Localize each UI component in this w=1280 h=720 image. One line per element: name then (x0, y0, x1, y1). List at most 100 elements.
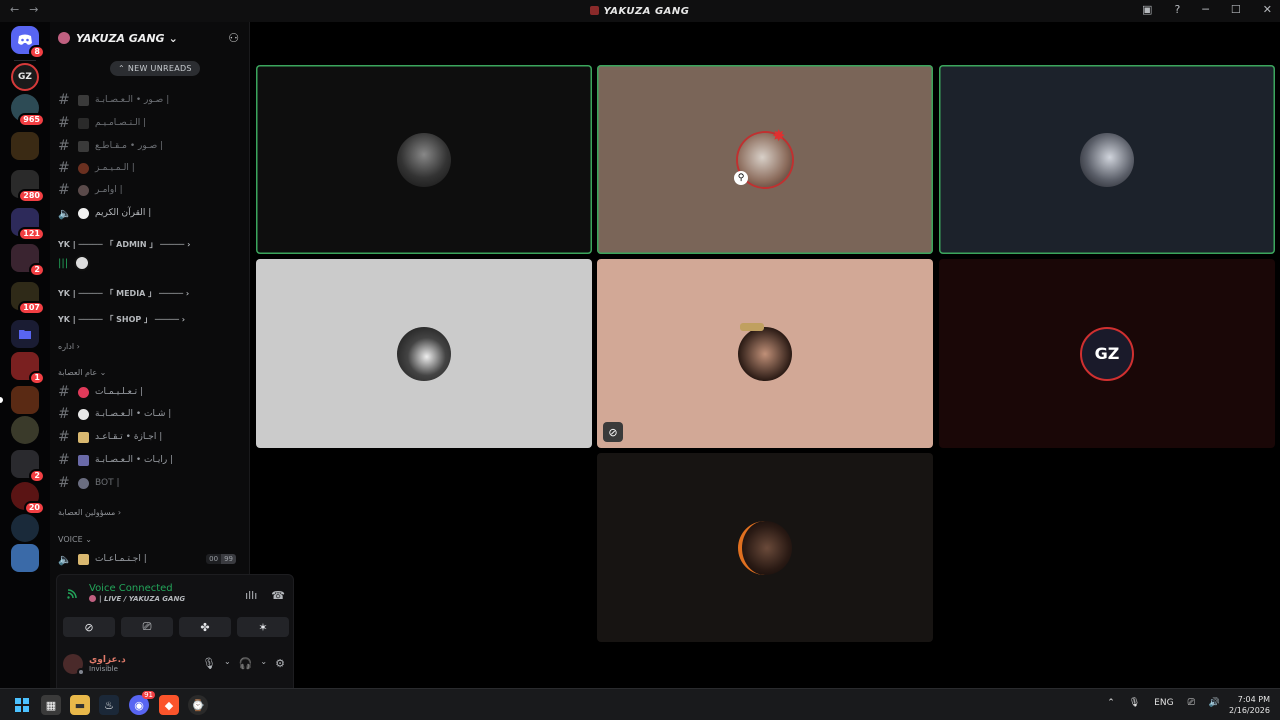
user-limit: 00 99 (206, 554, 236, 564)
server-icon-6[interactable]: 2 (11, 244, 45, 277)
volume-icon[interactable]: 🔊 (1209, 698, 1220, 708)
avatar[interactable] (63, 654, 85, 676)
network-icon[interactable]: ⎚ (1188, 698, 1195, 708)
call-tile-3[interactable] (939, 65, 1275, 254)
speaker-icon: 🔈 (58, 552, 72, 566)
channel-item[interactable]: # رايـات • الـعـصـابـة | (58, 451, 242, 469)
channel-item[interactable]: # تـعـلـيـمـات | (58, 383, 242, 401)
clock[interactable]: 7:04 PM 2/16/2026 (1229, 694, 1270, 716)
server-folder[interactable] (11, 320, 39, 348)
inbox-icon[interactable]: ▣ (1142, 3, 1152, 16)
category-media[interactable]: YK | ───── 「 MEDIA 」 ───── › (58, 288, 189, 299)
home-badge: 8 (29, 45, 45, 59)
title-bar: ← → YAKUZA GANG ▣ ? ─ ☐ ✕ (0, 0, 1280, 22)
participant-avatar (1080, 132, 1134, 187)
chevron-right-icon: › (76, 342, 80, 351)
category-gang-leaders[interactable]: مسؤولين العصابة › (58, 508, 121, 517)
category-idara[interactable]: اداره › (58, 342, 80, 351)
noise-suppression-icon[interactable]: ıllı (245, 589, 257, 602)
server-icon-11[interactable] (11, 416, 39, 444)
taskbar: ▦ ▬ ♨ ◉ 91 ◆ ⌚ ⌃ 🎙 ENG ⎚ 🔊 7:04 PM 2/16/… (0, 688, 1280, 720)
divider (14, 60, 36, 61)
call-tile-1[interactable] (256, 65, 592, 254)
chevron-right-icon: › (181, 315, 186, 324)
category-admin[interactable]: YK | ───── 「 ADMIN 」 ───── › (58, 239, 190, 250)
chevron-down-icon[interactable]: ⌄ (260, 657, 267, 670)
channel-item[interactable]: # الـمـيـمـز | (58, 159, 242, 177)
call-tile-7[interactable] (597, 453, 933, 642)
hash-icon: # (58, 92, 70, 108)
call-tile-2[interactable]: ⚲ ✸ (597, 65, 933, 254)
store-app[interactable]: ▦ (41, 695, 61, 715)
camera-off-button[interactable]: ⊘ (63, 617, 115, 637)
screen-share-button[interactable]: ⎚ (121, 617, 173, 637)
server-icon-9[interactable]: 1 (11, 352, 45, 385)
folder-icon (19, 330, 31, 339)
chevron-down-icon: ⌄ (99, 368, 107, 377)
category-gang-general[interactable]: عام العصابة ⌄ (58, 368, 106, 377)
call-tile-6[interactable]: GZ (939, 259, 1275, 448)
channel-item[interactable]: # اجـازة • تـقـاعـد | (58, 428, 242, 446)
voice-member[interactable]: ||| (58, 255, 91, 271)
app-icon[interactable]: ⌚ (188, 695, 208, 715)
category-shop[interactable]: YK | ───── 「 SHOP 」 ───── › (58, 314, 185, 325)
user-info[interactable]: د.عزاوي Invisible (89, 655, 126, 673)
microphone-icon[interactable]: 🎙 (1129, 698, 1140, 708)
microphone-icon[interactable]: 🎙 (202, 657, 216, 670)
language-indicator[interactable]: ENG (1154, 698, 1173, 708)
voice-channel-meetings[interactable]: 🔈 اجـتـمـاعـات | 00 99 (58, 550, 242, 568)
hash-icon: # (58, 138, 70, 154)
call-tile-5[interactable]: ⊘ (597, 259, 933, 448)
channel-item[interactable]: # صـور • مـقـاطـع | (58, 137, 242, 155)
channel-item[interactable]: # صـور • الـعـصـابـة | (58, 91, 242, 109)
server-icon-2[interactable]: 965 (11, 94, 45, 127)
discord-home-button[interactable]: 8 (11, 26, 45, 59)
help-icon[interactable]: ? (1174, 3, 1180, 16)
category-voice[interactable]: VOICE ⌄ (58, 535, 92, 544)
voice-channel-quran[interactable]: 🔈 القرآن الكريم | (58, 204, 242, 222)
server-icon-7[interactable]: 107 (11, 282, 45, 315)
discord-app[interactable]: ◉ 91 (129, 691, 155, 715)
voice-status[interactable]: Voice Connected (89, 583, 185, 594)
server-icon-10[interactable] (0, 386, 39, 414)
headphones-icon[interactable]: 🎧 (239, 657, 253, 670)
chevron-down-icon: ⌄ (85, 535, 92, 544)
server-gz[interactable]: GZ (11, 63, 39, 91)
call-tile-4[interactable] (256, 259, 592, 448)
chevron-up-icon[interactable]: ⌃ (1107, 698, 1115, 708)
server-icon-14[interactable] (11, 514, 39, 542)
signal-icon[interactable] (63, 583, 83, 603)
disconnect-icon[interactable]: ☎ (271, 589, 285, 602)
settings-gear-icon[interactable]: ⚙ (275, 657, 285, 670)
server-icon-15[interactable] (11, 544, 39, 572)
file-explorer-app[interactable]: ▬ (70, 695, 90, 715)
brave-app[interactable]: ◆ (159, 695, 179, 715)
server-icon-12[interactable]: 2 (11, 450, 45, 483)
minimize-button[interactable]: ─ (1202, 3, 1209, 16)
hash-icon: # (58, 406, 70, 422)
add-user-icon[interactable]: ⚇ (228, 31, 239, 45)
window-controls: ▣ ? ─ ☐ ✕ (1142, 3, 1272, 16)
channel-item[interactable]: # BOT | (58, 474, 242, 492)
server-icon-13[interactable]: 20 (11, 482, 45, 515)
close-button[interactable]: ✕ (1263, 3, 1272, 16)
server-header[interactable]: YAKUZA GANG ⌄ ⚇ (50, 22, 249, 54)
steam-app[interactable]: ♨ (99, 695, 119, 715)
soundboard-button[interactable]: ✶ (237, 617, 289, 637)
activities-button[interactable]: ✤ (179, 617, 231, 637)
server-list: 8 GZ 965 280 121 2 107 1 2 20 (0, 22, 50, 688)
participant-avatar (738, 326, 792, 381)
channel-item[interactable]: # شـات • الـعـصـابـة | (58, 405, 242, 423)
chevron-down-icon: ⌄ (168, 31, 178, 45)
channel-item[interactable]: # اوامـر | (58, 181, 242, 199)
maximize-button[interactable]: ☐ (1231, 3, 1241, 16)
activities-icon: ✤ (200, 620, 210, 634)
start-button[interactable] (12, 695, 32, 715)
server-icon-3[interactable] (11, 132, 39, 160)
channel-item[interactable]: # الـتـصـامـيـم | (58, 114, 242, 132)
voice-channel-name[interactable]: | LIVE / YAKUZA GANG (89, 595, 185, 603)
server-icon-5[interactable]: 121 (11, 208, 45, 241)
server-icon-4[interactable]: 280 (11, 170, 45, 203)
chevron-down-icon[interactable]: ⌄ (224, 657, 231, 670)
new-unreads-pill[interactable]: ⌃ NEW UNREADS (110, 61, 200, 76)
